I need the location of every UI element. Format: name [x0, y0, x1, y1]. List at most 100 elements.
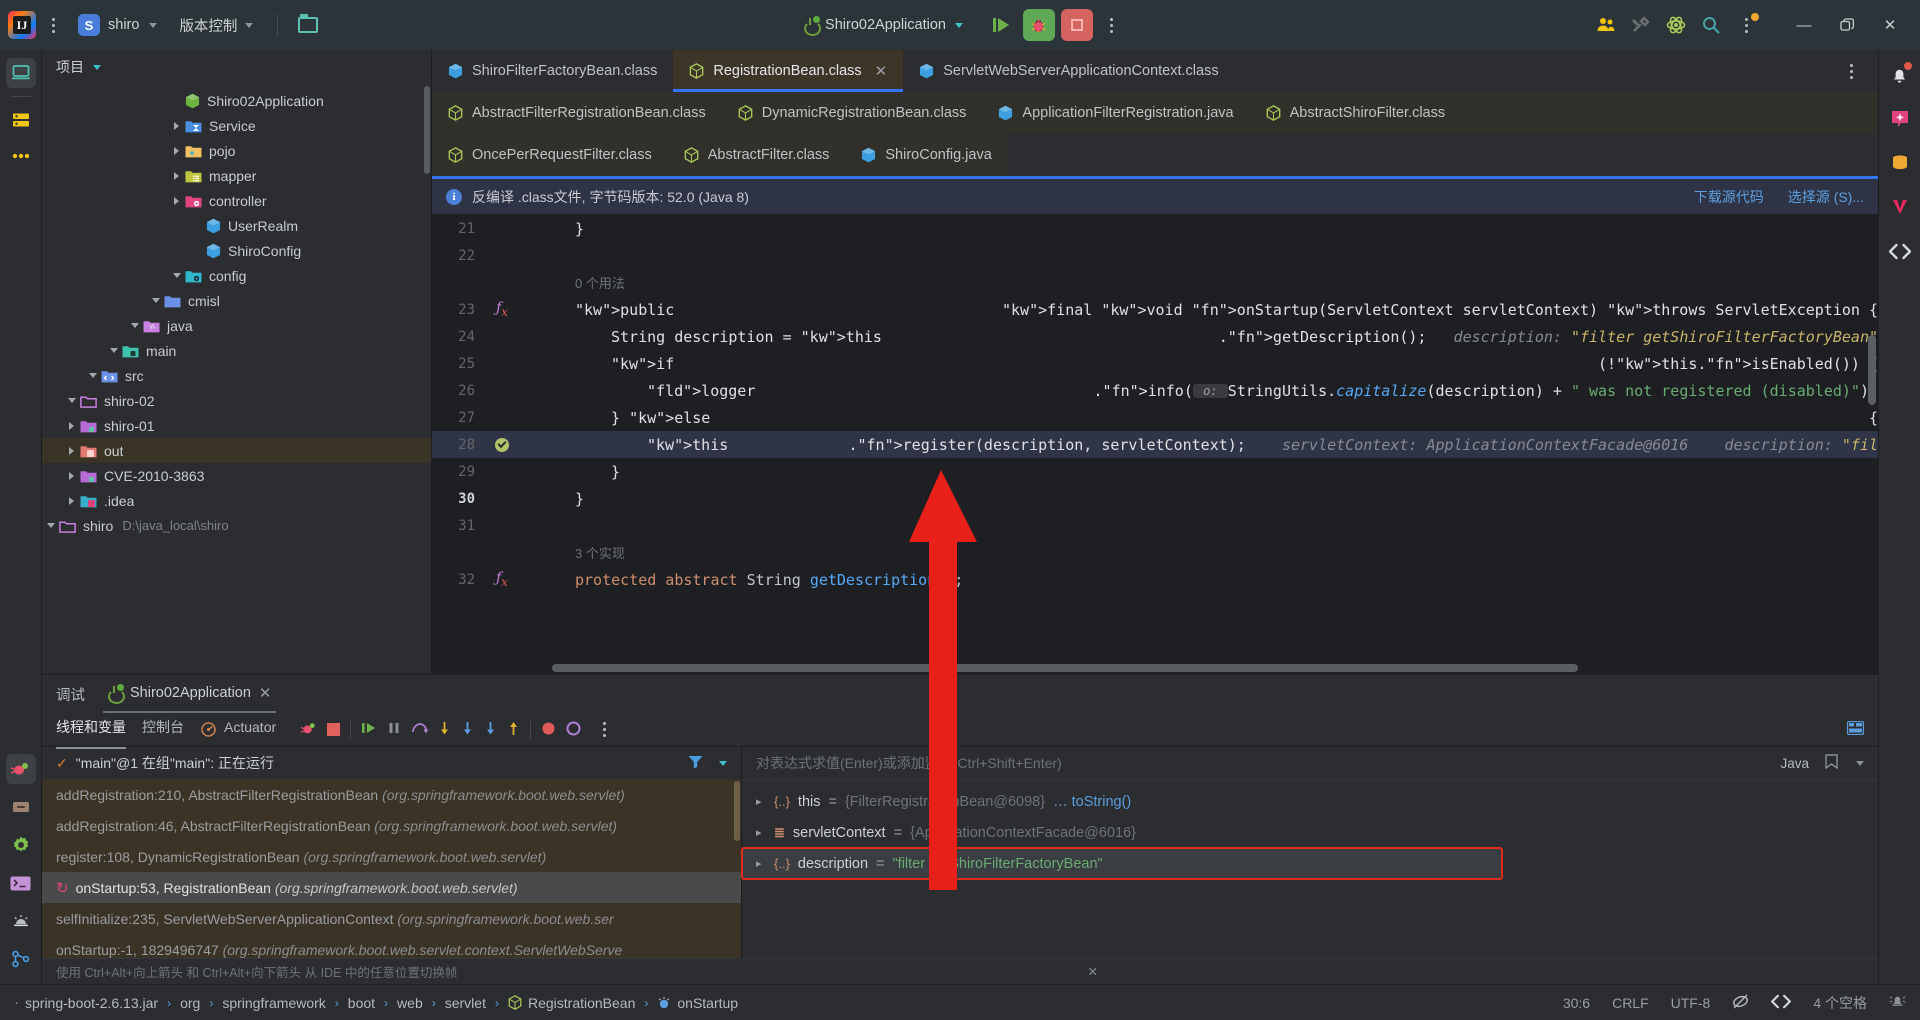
tree-item-src[interactable]: src — [42, 363, 431, 388]
step-over-icon[interactable] — [411, 721, 429, 738]
editor-tab-applicationfilterregistration-java[interactable]: ApplicationFilterRegistration.java — [982, 92, 1250, 134]
chevron-down-icon[interactable] — [719, 760, 727, 766]
editor-horizontal-scrollbar[interactable] — [552, 664, 1578, 672]
debug-session-tab[interactable]: Shiro02Application ✕ — [103, 683, 275, 713]
editor-tab-dynamicregistrationbean-class[interactable]: DynamicRegistrationBean.class — [721, 92, 983, 134]
mute-breakpoints-icon[interactable] — [566, 721, 581, 739]
notifications-icon[interactable] — [1889, 993, 1906, 1012]
updates-icon[interactable] — [1730, 9, 1762, 41]
bookmark-icon[interactable] — [1825, 754, 1838, 772]
tools-icon[interactable] — [1625, 9, 1657, 41]
breadcrumb-item-springframework[interactable]: springframework — [222, 995, 325, 1011]
run-configuration-selector[interactable]: Shiro02Application — [795, 13, 971, 37]
tree-item-shiro-02[interactable]: shiro-02 — [42, 388, 431, 413]
tree-expander-icon[interactable] — [168, 147, 185, 155]
code-line[interactable]: 28 "kw">this. "fn" >register(description, s… — [432, 431, 1878, 458]
tree-item-main[interactable]: main — [42, 338, 431, 363]
close-hint-icon[interactable]: ✕ — [1088, 964, 1098, 979]
editor-tab-abstractfilter-class[interactable]: AbstractFilter.class — [667, 134, 846, 176]
pause-program-icon[interactable] — [387, 721, 401, 738]
code-line[interactable]: 32 ƒx protected abstract String getDescrip… — [432, 566, 1878, 593]
chevron-down-icon[interactable] — [1856, 760, 1864, 766]
stack-frame-row[interactable]: addRegistration:210, AbstractFilterRegis… — [42, 779, 741, 810]
atom-icon[interactable] — [1660, 9, 1692, 41]
code-line[interactable]: 26 "fld">logger. "fn" >info( o: StringUtils… — [432, 377, 1878, 404]
tree-item-shiro-01[interactable]: shiro-01 — [42, 413, 431, 438]
stack-frame-row[interactable]: register:108, DynamicRegistrationBean (o… — [42, 841, 741, 872]
editor-tab-onceperrequestfilter-class[interactable]: OncePerRequestFilter.class — [432, 134, 668, 176]
tree-item-out[interactable]: out — [42, 438, 431, 463]
force-step-into-icon[interactable] — [461, 721, 474, 739]
gutter-marker[interactable]: ƒx — [487, 300, 517, 319]
close-session-icon[interactable]: ✕ — [259, 684, 272, 702]
tree-expander-icon[interactable] — [168, 197, 185, 205]
tab-threads-and-variables[interactable]: 线程和变量 — [56, 717, 126, 749]
debug-more-icon[interactable] — [591, 716, 617, 744]
editor-tab-shiroconfig-java[interactable]: ShiroConfig.java — [845, 134, 1008, 176]
view-breakpoints-icon[interactable] — [541, 721, 556, 739]
project-tool-window-icon[interactable] — [5, 58, 36, 88]
notifications-bell-icon[interactable] — [1885, 60, 1915, 90]
maximize-icon[interactable] — [1827, 8, 1867, 42]
expand-variable-icon[interactable]: ▸ — [756, 857, 766, 870]
line-separator[interactable]: CRLF — [1612, 995, 1649, 1011]
tab-actuator[interactable]: Actuator — [200, 719, 276, 740]
tree-item-cve-2010-3863[interactable]: CVE-2010-3863 — [42, 463, 431, 488]
variable-row-servletcontext[interactable]: ▸ ≣ servletContext = {ApplicationContextFaca… — [742, 817, 1878, 848]
code-line[interactable]: 0 个用法 — [432, 269, 1878, 296]
frame-list-scrollbar[interactable] — [734, 781, 740, 841]
breadcrumb-item-onstartup[interactable]: onStartup — [657, 995, 738, 1011]
tree-expander-icon[interactable] — [168, 172, 185, 180]
tree-expander-icon[interactable] — [147, 298, 164, 303]
stop-debug-icon[interactable] — [327, 723, 341, 736]
expand-variable-icon[interactable]: ▸ — [756, 826, 766, 839]
project-widget[interactable]: S shiro — [70, 10, 165, 40]
download-sources-link[interactable]: 下载源代码 — [1694, 187, 1764, 207]
gutter-marker[interactable] — [487, 437, 517, 452]
tree-expander-icon[interactable] — [63, 447, 80, 455]
editor-tab-abstractfilterregistrationbean-class[interactable]: AbstractFilterRegistrationBean.class — [432, 92, 722, 134]
tree-item-cmisl[interactable]: cmisl — [42, 288, 431, 313]
breadcrumb[interactable]: · spring-boot-2.6.13.jar › org › springframew… — [14, 994, 738, 1011]
stack-frame-row[interactable]: ↻ onStartup:53, RegistrationBean (org.spr… — [42, 872, 741, 903]
code-with-me-share-icon[interactable] — [1885, 236, 1915, 266]
code-line[interactable]: 25 "kw">if (! "kw" >this. "fn" >isEnabled()) … — [432, 350, 1878, 377]
open-folder-icon[interactable] — [292, 9, 324, 41]
variable-row-this[interactable]: ▸ {..} this = {FilterRegistrationBean@6098} …… — [742, 786, 1878, 817]
breakpoint-verified-icon[interactable] — [495, 437, 509, 452]
tree-expander-icon[interactable] — [84, 373, 101, 378]
choose-sources-link[interactable]: 选择源 (S)... — [1788, 187, 1864, 207]
tree-item-controller[interactable]: controller — [42, 188, 431, 213]
code-style-icon[interactable] — [1770, 994, 1792, 1012]
tree-item-service[interactable]: Service — [42, 113, 431, 138]
layout-settings-icon[interactable] — [1846, 720, 1865, 738]
code-line[interactable]: 23 ƒx "kw">public "kw" >final "kw" >void "fn… — [432, 296, 1878, 323]
search-icon[interactable] — [1695, 9, 1727, 41]
expand-variable-icon[interactable]: ▸ — [756, 795, 766, 808]
rerun-debug-icon[interactable] — [300, 721, 317, 739]
close-icon[interactable]: ✕ — [1870, 8, 1910, 42]
indent-setting[interactable]: 4 个空格 — [1813, 993, 1867, 1013]
editor-tab-abstractshirofilter-class[interactable]: AbstractShiroFilter.class — [1249, 92, 1462, 134]
stack-frame-row[interactable]: addRegistration:46, AbstractFilterRegist… — [42, 810, 741, 841]
tree-expander-icon[interactable] — [63, 497, 80, 505]
file-encoding[interactable]: UTF-8 — [1671, 995, 1711, 1011]
more-actions-icon[interactable] — [1099, 11, 1125, 39]
terminal-tool-window-icon[interactable] — [6, 868, 36, 898]
variable-row-description[interactable]: ▸ {..} description = "filter getShiroFilterF… — [741, 847, 1503, 880]
stack-frame-row[interactable]: selfInitialize:235, ServletWebServerAppl… — [42, 903, 741, 934]
debug-button[interactable] — [1022, 9, 1055, 41]
code-line[interactable]: 30} — [432, 485, 1878, 512]
code-editor[interactable]: 21} 22 0 个用法 23 ƒx "kw">public "kw" >final "kw… — [432, 215, 1878, 674]
breadcrumb-item-spring-boot-2-6-13-jar[interactable]: · spring-boot-2.6.13.jar — [14, 994, 158, 1011]
debug-tool-window-icon[interactable] — [5, 754, 36, 784]
ai-assistant-icon[interactable] — [1885, 104, 1915, 134]
tab-console[interactable]: 控制台 — [142, 717, 184, 742]
more-tool-windows-icon[interactable] — [6, 141, 36, 171]
variables-list[interactable]: ▸ {..} this = {FilterRegistrationBean@6098} …… — [741, 780, 1878, 958]
breadcrumb-item-servlet[interactable]: servlet — [445, 995, 486, 1011]
variable-extra[interactable]: … toString() — [1053, 794, 1131, 810]
breadcrumb-item-org[interactable]: org — [180, 995, 200, 1011]
problems-tool-window-icon[interactable] — [6, 906, 36, 936]
tree-item-userrealm[interactable]: UserRealm — [42, 213, 431, 238]
